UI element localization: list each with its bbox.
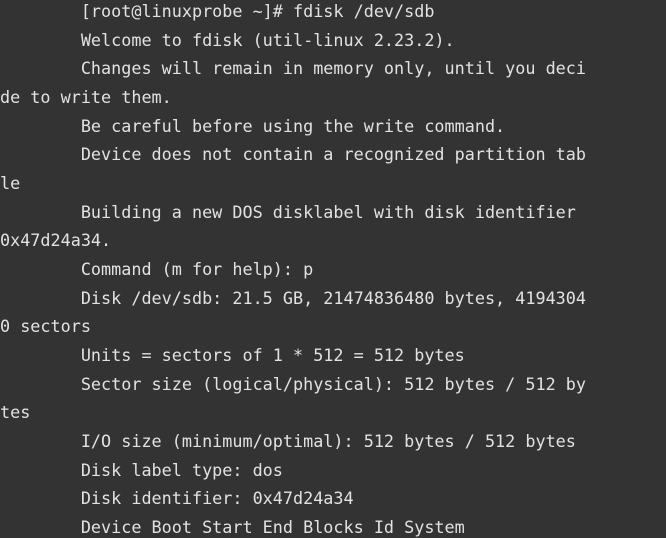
- terminal-line: le: [0, 173, 21, 193]
- terminal-line: de to write them.: [0, 87, 172, 107]
- sector-size-line: Sector size (logical/physical): 512 byte…: [0, 374, 586, 394]
- disk-label-type-line: Disk label type: dos: [0, 460, 283, 480]
- terminal-line: Be careful before using the write comman…: [0, 116, 506, 136]
- welcome-line: Welcome to fdisk (util-linux 2.23.2).: [0, 30, 455, 50]
- terminal-line: 0x47d24a34.: [0, 230, 112, 250]
- terminal-output[interactable]: [root@linuxprobe ~]# fdisk /dev/sdb Welc…: [0, 0, 666, 538]
- prompt-command-line: [root@linuxprobe ~]# fdisk /dev/sdb: [0, 1, 435, 21]
- disk-info-line: Disk /dev/sdb: 21.5 GB, 21474836480 byte…: [0, 288, 586, 308]
- terminal-line: Device does not contain a recognized par…: [0, 144, 586, 164]
- units-line: Units = sectors of 1 * 512 = 512 bytes: [0, 345, 465, 365]
- terminal-line: 0 sectors: [0, 316, 91, 336]
- command-prompt-line: Command (m for help): p: [0, 259, 314, 279]
- terminal-line: Changes will remain in memory only, unti…: [0, 58, 586, 78]
- terminal-line: tes: [0, 402, 31, 422]
- io-size-line: I/O size (minimum/optimal): 512 bytes / …: [0, 431, 576, 451]
- disk-identifier-line: Disk identifier: 0x47d24a34: [0, 488, 354, 508]
- terminal-line: Building a new DOS disklabel with disk i…: [0, 202, 586, 222]
- partition-table-header: Device Boot Start End Blocks Id System: [0, 517, 465, 537]
